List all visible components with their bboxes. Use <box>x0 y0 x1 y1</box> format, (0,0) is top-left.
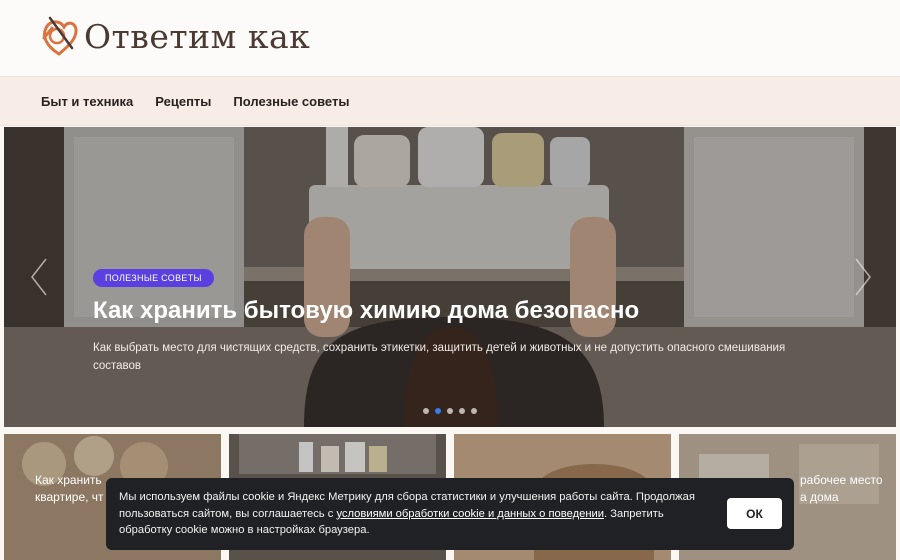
hero-slider[interactable]: ПОЛЕЗНЫЕ СОВЕТЫ Как хранить бытовую хими… <box>4 127 896 427</box>
slider-prev-arrow-icon[interactable] <box>28 255 50 299</box>
site-header: Ответим как <box>0 0 900 76</box>
logo-text: Ответим как <box>84 16 311 56</box>
nav-item-recipes[interactable]: Рецепты <box>155 94 211 109</box>
cookie-text: Мы используем файлы cookie и Яндекс Метр… <box>119 491 695 536</box>
slider-dot[interactable] <box>423 408 429 414</box>
slider-next-arrow-icon[interactable] <box>852 255 874 299</box>
logo-icon <box>42 16 78 56</box>
hero-description: Как выбрать место для чистящих средств, … <box>93 342 786 372</box>
card-title: Как хранить квартире, чт <box>35 473 104 504</box>
nav-item-household[interactable]: Быт и техника <box>41 94 133 109</box>
cookie-banner: Мы используем файлы cookie и Яндекс Метр… <box>106 478 794 550</box>
slider-dot[interactable] <box>447 408 453 414</box>
slider-dot[interactable] <box>459 408 465 414</box>
cookie-accept-button[interactable]: ОК <box>727 498 782 529</box>
card-title: рабочее место а дома <box>800 473 883 504</box>
slider-dots <box>423 408 483 414</box>
main-nav: Быт и техника Рецепты Полезные советы <box>0 76 900 126</box>
slider-dot[interactable] <box>435 408 441 414</box>
nav-item-tips[interactable]: Полезные советы <box>233 94 349 109</box>
cookie-policy-link[interactable]: условиями обработки cookie и данных о по… <box>336 508 604 520</box>
slider-dot[interactable] <box>471 408 477 414</box>
category-badge[interactable]: ПОЛЕЗНЫЕ СОВЕТЫ <box>93 269 214 287</box>
hero-title[interactable]: Как хранить бытовую химию дома безопасно <box>93 297 639 325</box>
site-logo[interactable]: Ответим как <box>38 14 310 58</box>
